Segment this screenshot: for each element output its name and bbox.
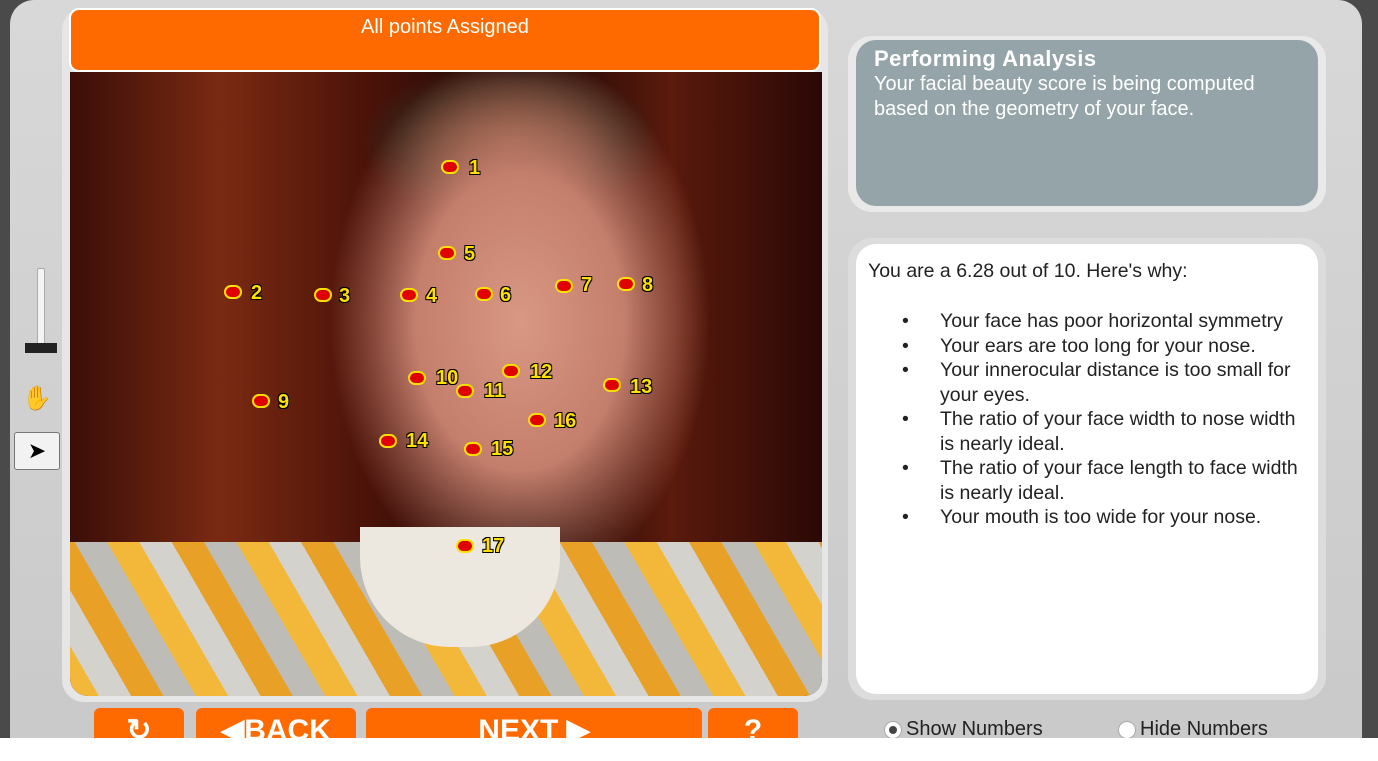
next-label: NEXT ▶	[478, 714, 590, 738]
next-button[interactable]: NEXT ▶	[366, 708, 702, 738]
refresh-icon: ↻	[126, 714, 152, 738]
bullet-icon: •	[902, 457, 909, 479]
result-panel: You are a 6.28 out of 10. Here's why: • Y…	[856, 244, 1318, 694]
pointer-icon: ➤	[27, 438, 47, 463]
landmark-point-9[interactable]	[252, 394, 270, 408]
analysis-text: Your facial beauty score is being comput…	[874, 73, 1255, 120]
reason-text: Your ears are too long for your nose.	[940, 334, 1256, 357]
landmark-label: 17	[482, 535, 505, 557]
reason-text: Your mouth is too wide for your nose.	[940, 506, 1262, 528]
landmark-label: 12	[530, 361, 553, 383]
reason-item: • Your face has poor horizontal symmetry	[902, 309, 1306, 334]
pointer-tool-button[interactable]: ➤	[14, 432, 60, 470]
analysis-panel: Performing Analysis Your facial beauty s…	[856, 40, 1318, 206]
landmark-point-16[interactable]	[528, 413, 546, 427]
landmark-label: 11	[484, 380, 506, 402]
zoom-slider-thumb[interactable]	[25, 343, 57, 353]
landmark-point-5[interactable]	[438, 246, 456, 260]
landmark-point-12[interactable]	[502, 364, 520, 378]
show-numbers-label: Show Numbers	[906, 718, 1043, 738]
landmark-label: 3	[339, 285, 351, 307]
landmark-label: 15	[491, 438, 514, 460]
hide-numbers-radio[interactable]: Hide Numbers	[1118, 718, 1268, 738]
radio-selected-icon	[884, 720, 902, 738]
landmark-point-15[interactable]	[464, 442, 482, 456]
hide-numbers-label: Hide Numbers	[1140, 718, 1268, 738]
hand-tool-icon[interactable]: ✋	[22, 384, 52, 413]
landmark-point-3[interactable]	[314, 288, 332, 302]
reasons-list: • Your face has poor horizontal symmetry •…	[868, 309, 1306, 530]
landmark-point-2[interactable]	[224, 285, 242, 299]
reason-text: The ratio of your face width to nose wid…	[940, 408, 1296, 455]
help-icon: ?	[743, 714, 763, 738]
landmark-label: 7	[581, 274, 593, 296]
app-window: ✋ ➤ All points Assigned 1 2 3 4 5 6 7 8 9 10 11 12 1…	[0, 0, 1378, 738]
reason-item: • Your innerocular distance is too small …	[902, 358, 1306, 407]
landmark-label: 5	[464, 243, 476, 265]
radio-unselected-icon	[1118, 720, 1136, 738]
landmark-label: 10	[436, 367, 459, 389]
landmark-point-4[interactable]	[400, 288, 418, 302]
reason-text: The ratio of your face length to face wi…	[940, 457, 1298, 504]
reason-text: Your face has poor horizontal symmetry	[940, 310, 1283, 332]
landmark-label: 13	[630, 376, 653, 398]
landmark-label: 14	[406, 430, 429, 452]
reason-text: Your innerocular distance is too small f…	[940, 359, 1291, 406]
reason-item: • Your ears are too long for your nose.	[902, 334, 1306, 359]
analysis-title: Performing Analysis	[874, 46, 1097, 71]
show-numbers-radio[interactable]: Show Numbers	[884, 718, 1043, 738]
landmark-point-7[interactable]	[555, 279, 573, 293]
landmark-label: 4	[426, 285, 438, 307]
bullet-icon: •	[902, 506, 909, 528]
bullet-icon: •	[902, 334, 909, 357]
landmark-point-11[interactable]	[456, 384, 474, 398]
landmark-point-14[interactable]	[379, 434, 397, 448]
bullet-icon: •	[902, 359, 909, 381]
landmark-label: 8	[642, 274, 654, 296]
landmark-point-17[interactable]	[456, 539, 474, 553]
status-bar: All points Assigned	[69, 8, 821, 72]
status-text: All points Assigned	[361, 16, 529, 38]
reason-item: • Your mouth is too wide for your nose.	[902, 505, 1306, 530]
bullet-icon: •	[902, 310, 909, 332]
landmark-point-8[interactable]	[617, 277, 635, 291]
help-button[interactable]: ?	[708, 708, 798, 738]
bullet-icon: •	[902, 408, 909, 430]
reset-button[interactable]: ↻	[94, 708, 184, 738]
landmark-point-1[interactable]	[441, 160, 459, 174]
back-button[interactable]: ◀BACK	[196, 708, 356, 738]
landmark-label: 6	[500, 284, 512, 306]
page-bottom	[0, 738, 1378, 761]
reason-item: • The ratio of your face length to face w…	[902, 456, 1306, 505]
zoom-slider[interactable]	[37, 268, 45, 350]
result-score: You are a 6.28 out of 10. Here's why:	[868, 260, 1188, 282]
landmark-label: 16	[554, 410, 577, 432]
landmark-label: 9	[278, 391, 290, 413]
reason-item: • The ratio of your face width to nose wi…	[902, 407, 1306, 456]
back-label: ◀BACK	[221, 714, 331, 738]
landmark-point-10[interactable]	[408, 371, 426, 385]
landmark-label: 2	[251, 282, 263, 304]
landmark-point-13[interactable]	[603, 378, 621, 392]
landmark-point-6[interactable]	[475, 287, 493, 301]
landmark-label: 1	[469, 157, 481, 179]
